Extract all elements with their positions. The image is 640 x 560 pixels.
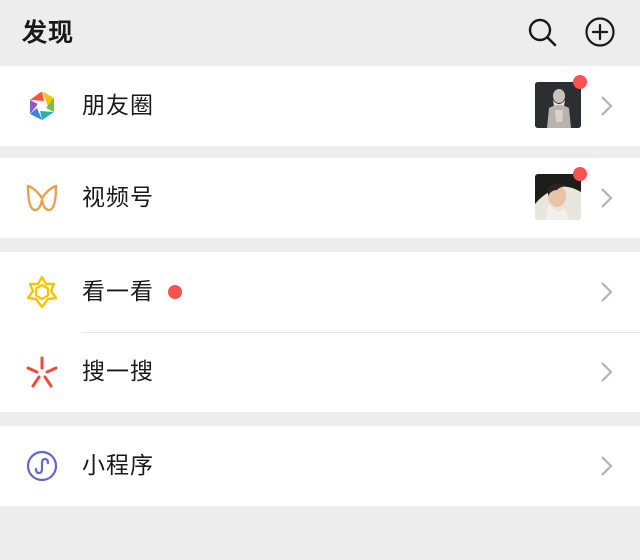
group-channels: 视频号 <box>0 158 640 238</box>
menu-item-search[interactable]: 搜一搜 <box>0 332 640 412</box>
add-circle-icon <box>585 17 615 47</box>
chevron-right-icon <box>600 186 614 210</box>
chevron-right-icon <box>600 94 614 118</box>
moments-thumbnail <box>535 82 581 128</box>
menu-item-channels[interactable]: 视频号 <box>0 158 640 238</box>
chevron-right-icon <box>600 360 614 384</box>
group-discover: 看一看 搜一搜 <box>0 252 640 412</box>
moments-unread-dot <box>573 75 587 89</box>
search-label: 搜一搜 <box>82 359 154 385</box>
search-spark-icon <box>24 354 60 390</box>
page-title: 发现 <box>22 18 75 47</box>
top-stories-icon <box>24 274 60 310</box>
group-moments: 朋友圈 <box>0 66 640 146</box>
channels-thumbnail <box>535 174 581 220</box>
mini-program-icon <box>24 448 60 484</box>
top-stories-label: 看一看 <box>82 279 154 305</box>
top-stories-unread-dot <box>168 285 182 299</box>
moments-aperture-icon <box>24 88 60 124</box>
search-button[interactable] <box>526 16 558 48</box>
chevron-right-icon <box>600 454 614 478</box>
channels-unread-dot <box>573 167 587 181</box>
add-button[interactable] <box>584 16 616 48</box>
menu-item-top-stories[interactable]: 看一看 <box>0 252 640 332</box>
channels-label: 视频号 <box>82 185 154 211</box>
menu-item-moments[interactable]: 朋友圈 <box>0 66 640 146</box>
channels-butterfly-icon <box>24 180 60 216</box>
search-icon <box>528 18 557 47</box>
mini-programs-label: 小程序 <box>82 453 154 479</box>
menu-item-mini-programs[interactable]: 小程序 <box>0 426 640 506</box>
header-bar: 发现 <box>0 0 640 66</box>
moments-label: 朋友圈 <box>82 93 154 119</box>
group-mini-programs: 小程序 <box>0 426 640 506</box>
chevron-right-icon <box>600 280 614 304</box>
